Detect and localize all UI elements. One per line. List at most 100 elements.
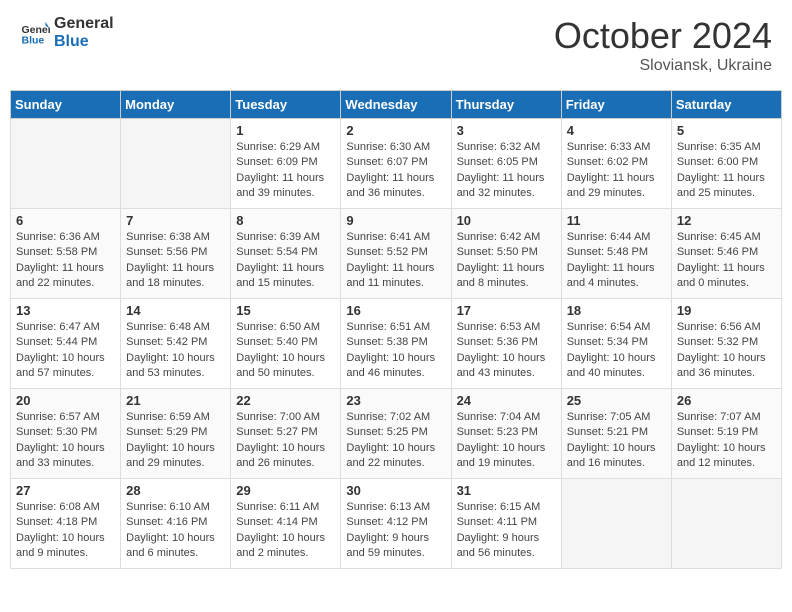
day-info: Sunrise: 6:15 AMSunset: 4:11 PMDaylight:… <box>457 500 556 562</box>
column-header-wednesday: Wednesday <box>341 91 451 119</box>
day-cell <box>561 479 671 569</box>
day-number: 12 <box>677 213 776 228</box>
day-number: 26 <box>677 393 776 408</box>
day-number: 19 <box>677 303 776 318</box>
day-info: Sunrise: 6:54 AMSunset: 5:34 PMDaylight:… <box>567 320 666 382</box>
day-number: 14 <box>126 303 225 318</box>
logo-icon: General Blue <box>20 18 50 48</box>
day-number: 29 <box>236 483 335 498</box>
day-number: 18 <box>567 303 666 318</box>
day-number: 23 <box>346 393 445 408</box>
week-row-2: 6Sunrise: 6:36 AMSunset: 5:58 PMDaylight… <box>11 209 782 299</box>
day-number: 9 <box>346 213 445 228</box>
day-cell: 14Sunrise: 6:48 AMSunset: 5:42 PMDayligh… <box>121 299 231 389</box>
location-title: Sloviansk, Ukraine <box>554 57 772 75</box>
day-info: Sunrise: 6:35 AMSunset: 6:00 PMDaylight:… <box>677 140 776 202</box>
day-cell: 16 Sunrise: 6:51 AMSunset: 5:38 PMDayligh… <box>341 299 451 389</box>
day-info: Sunrise: 6:53 AMSunset: 5:36 PMDaylight:… <box>457 320 556 382</box>
day-number: 21 <box>126 393 225 408</box>
day-info: Sunrise: 6:30 AMSunset: 6:07 PMDaylight:… <box>346 140 445 202</box>
day-cell: 22 Sunrise: 7:00 AMSunset: 5:27 PMDayligh… <box>231 389 341 479</box>
column-header-tuesday: Tuesday <box>231 91 341 119</box>
day-info: Sunrise: 6:08 AMSunset: 4:18 PMDaylight:… <box>16 500 115 562</box>
month-title: October 2024 <box>554 15 772 57</box>
day-info: Sunrise: 6:29 AMSunset: 6:09 PMDaylight:… <box>236 140 335 202</box>
day-cell <box>11 119 121 209</box>
day-number: 3 <box>457 123 556 138</box>
week-row-5: 27 Sunrise: 6:08 AMSunset: 4:18 PMDayligh… <box>11 479 782 569</box>
day-cell <box>671 479 781 569</box>
day-cell: 3 Sunrise: 6:32 AMSunset: 6:05 PMDaylight… <box>451 119 561 209</box>
day-info: Sunrise: 6:56 AMSunset: 5:32 PMDaylight:… <box>677 320 776 382</box>
day-info: Sunrise: 6:39 AMSunset: 5:54 PMDaylight:… <box>236 230 335 292</box>
week-row-3: 13 Sunrise: 6:47 AMSunset: 5:44 PMDayligh… <box>11 299 782 389</box>
day-cell: 11 Sunrise: 6:44 AMSunset: 5:48 PMDayligh… <box>561 209 671 299</box>
day-number: 4 <box>567 123 666 138</box>
day-info: Sunrise: 6:57 AMSunset: 5:30 PMDaylight:… <box>16 410 115 472</box>
day-cell: 26 Sunrise: 7:07 AMSunset: 5:19 PMDayligh… <box>671 389 781 479</box>
day-info: Sunrise: 6:50 AMSunset: 5:40 PMDaylight:… <box>236 320 335 382</box>
day-number: 16 <box>346 303 445 318</box>
day-cell <box>121 119 231 209</box>
day-cell: 23 Sunrise: 7:02 AMSunset: 5:25 PMDayligh… <box>341 389 451 479</box>
day-info: Sunrise: 7:02 AMSunset: 5:25 PMDaylight:… <box>346 410 445 472</box>
day-cell: 15 Sunrise: 6:50 AMSunset: 5:40 PMDayligh… <box>231 299 341 389</box>
day-cell: 21 Sunrise: 6:59 AMSunset: 5:29 PMDayligh… <box>121 389 231 479</box>
svg-text:Blue: Blue <box>22 34 45 46</box>
day-info: Sunrise: 6:13 AMSunset: 4:12 PMDaylight:… <box>346 500 445 562</box>
day-number: 17 <box>457 303 556 318</box>
day-number: 1 <box>236 123 335 138</box>
day-cell: 13 Sunrise: 6:47 AMSunset: 5:44 PMDayligh… <box>11 299 121 389</box>
day-info: Sunrise: 7:07 AMSunset: 5:19 PMDaylight:… <box>677 410 776 472</box>
day-cell: 7Sunrise: 6:38 AMSunset: 5:56 PMDaylight… <box>121 209 231 299</box>
day-cell: 10Sunrise: 6:42 AMSunset: 5:50 PMDayligh… <box>451 209 561 299</box>
day-info: Sunrise: 6:44 AMSunset: 5:48 PMDaylight:… <box>567 230 666 292</box>
day-info: Sunrise: 6:41 AMSunset: 5:52 PMDaylight:… <box>346 230 445 292</box>
day-cell: 18 Sunrise: 6:54 AMSunset: 5:34 PMDayligh… <box>561 299 671 389</box>
day-number: 27 <box>16 483 115 498</box>
day-number: 28 <box>126 483 225 498</box>
day-cell: 5 Sunrise: 6:35 AMSunset: 6:00 PMDaylight… <box>671 119 781 209</box>
day-cell: 29 Sunrise: 6:11 AMSunset: 4:14 PMDayligh… <box>231 479 341 569</box>
day-number: 13 <box>16 303 115 318</box>
day-number: 5 <box>677 123 776 138</box>
logo-blue-text: Blue <box>54 33 114 51</box>
day-number: 15 <box>236 303 335 318</box>
day-number: 7 <box>126 213 225 228</box>
column-header-sunday: Sunday <box>11 91 121 119</box>
day-info: Sunrise: 6:47 AMSunset: 5:44 PMDaylight:… <box>16 320 115 382</box>
day-info: Sunrise: 6:45 AMSunset: 5:46 PMDaylight:… <box>677 230 776 292</box>
day-cell: 24Sunrise: 7:04 AMSunset: 5:23 PMDayligh… <box>451 389 561 479</box>
day-info: Sunrise: 6:32 AMSunset: 6:05 PMDaylight:… <box>457 140 556 202</box>
day-cell: 12 Sunrise: 6:45 AMSunset: 5:46 PMDayligh… <box>671 209 781 299</box>
day-number: 2 <box>346 123 445 138</box>
day-info: Sunrise: 6:59 AMSunset: 5:29 PMDaylight:… <box>126 410 225 472</box>
day-info: Sunrise: 7:05 AMSunset: 5:21 PMDaylight:… <box>567 410 666 472</box>
day-cell: 19 Sunrise: 6:56 AMSunset: 5:32 PMDayligh… <box>671 299 781 389</box>
day-cell: 1 Sunrise: 6:29 AMSunset: 6:09 PMDaylight… <box>231 119 341 209</box>
day-info: Sunrise: 7:00 AMSunset: 5:27 PMDaylight:… <box>236 410 335 472</box>
day-number: 25 <box>567 393 666 408</box>
day-info: Sunrise: 6:51 AMSunset: 5:38 PMDaylight:… <box>346 320 445 382</box>
column-header-thursday: Thursday <box>451 91 561 119</box>
day-number: 22 <box>236 393 335 408</box>
column-header-monday: Monday <box>121 91 231 119</box>
day-cell: 6Sunrise: 6:36 AMSunset: 5:58 PMDaylight… <box>11 209 121 299</box>
day-cell: 8 Sunrise: 6:39 AMSunset: 5:54 PMDaylight… <box>231 209 341 299</box>
day-info: Sunrise: 7:04 AMSunset: 5:23 PMDaylight:… <box>457 410 556 472</box>
day-cell: 25 Sunrise: 7:05 AMSunset: 5:21 PMDayligh… <box>561 389 671 479</box>
day-number: 8 <box>236 213 335 228</box>
day-number: 10 <box>457 213 556 228</box>
day-cell: 4Sunrise: 6:33 AMSunset: 6:02 PMDaylight… <box>561 119 671 209</box>
header-row: SundayMondayTuesdayWednesdayThursdayFrid… <box>11 91 782 119</box>
day-cell: 30Sunrise: 6:13 AMSunset: 4:12 PMDayligh… <box>341 479 451 569</box>
day-number: 11 <box>567 213 666 228</box>
day-number: 20 <box>16 393 115 408</box>
week-row-4: 20 Sunrise: 6:57 AMSunset: 5:30 PMDayligh… <box>11 389 782 479</box>
day-cell: 17 Sunrise: 6:53 AMSunset: 5:36 PMDayligh… <box>451 299 561 389</box>
day-cell: 9 Sunrise: 6:41 AMSunset: 5:52 PMDaylight… <box>341 209 451 299</box>
column-header-friday: Friday <box>561 91 671 119</box>
day-info: Sunrise: 6:11 AMSunset: 4:14 PMDaylight:… <box>236 500 335 562</box>
column-header-saturday: Saturday <box>671 91 781 119</box>
day-number: 6 <box>16 213 115 228</box>
